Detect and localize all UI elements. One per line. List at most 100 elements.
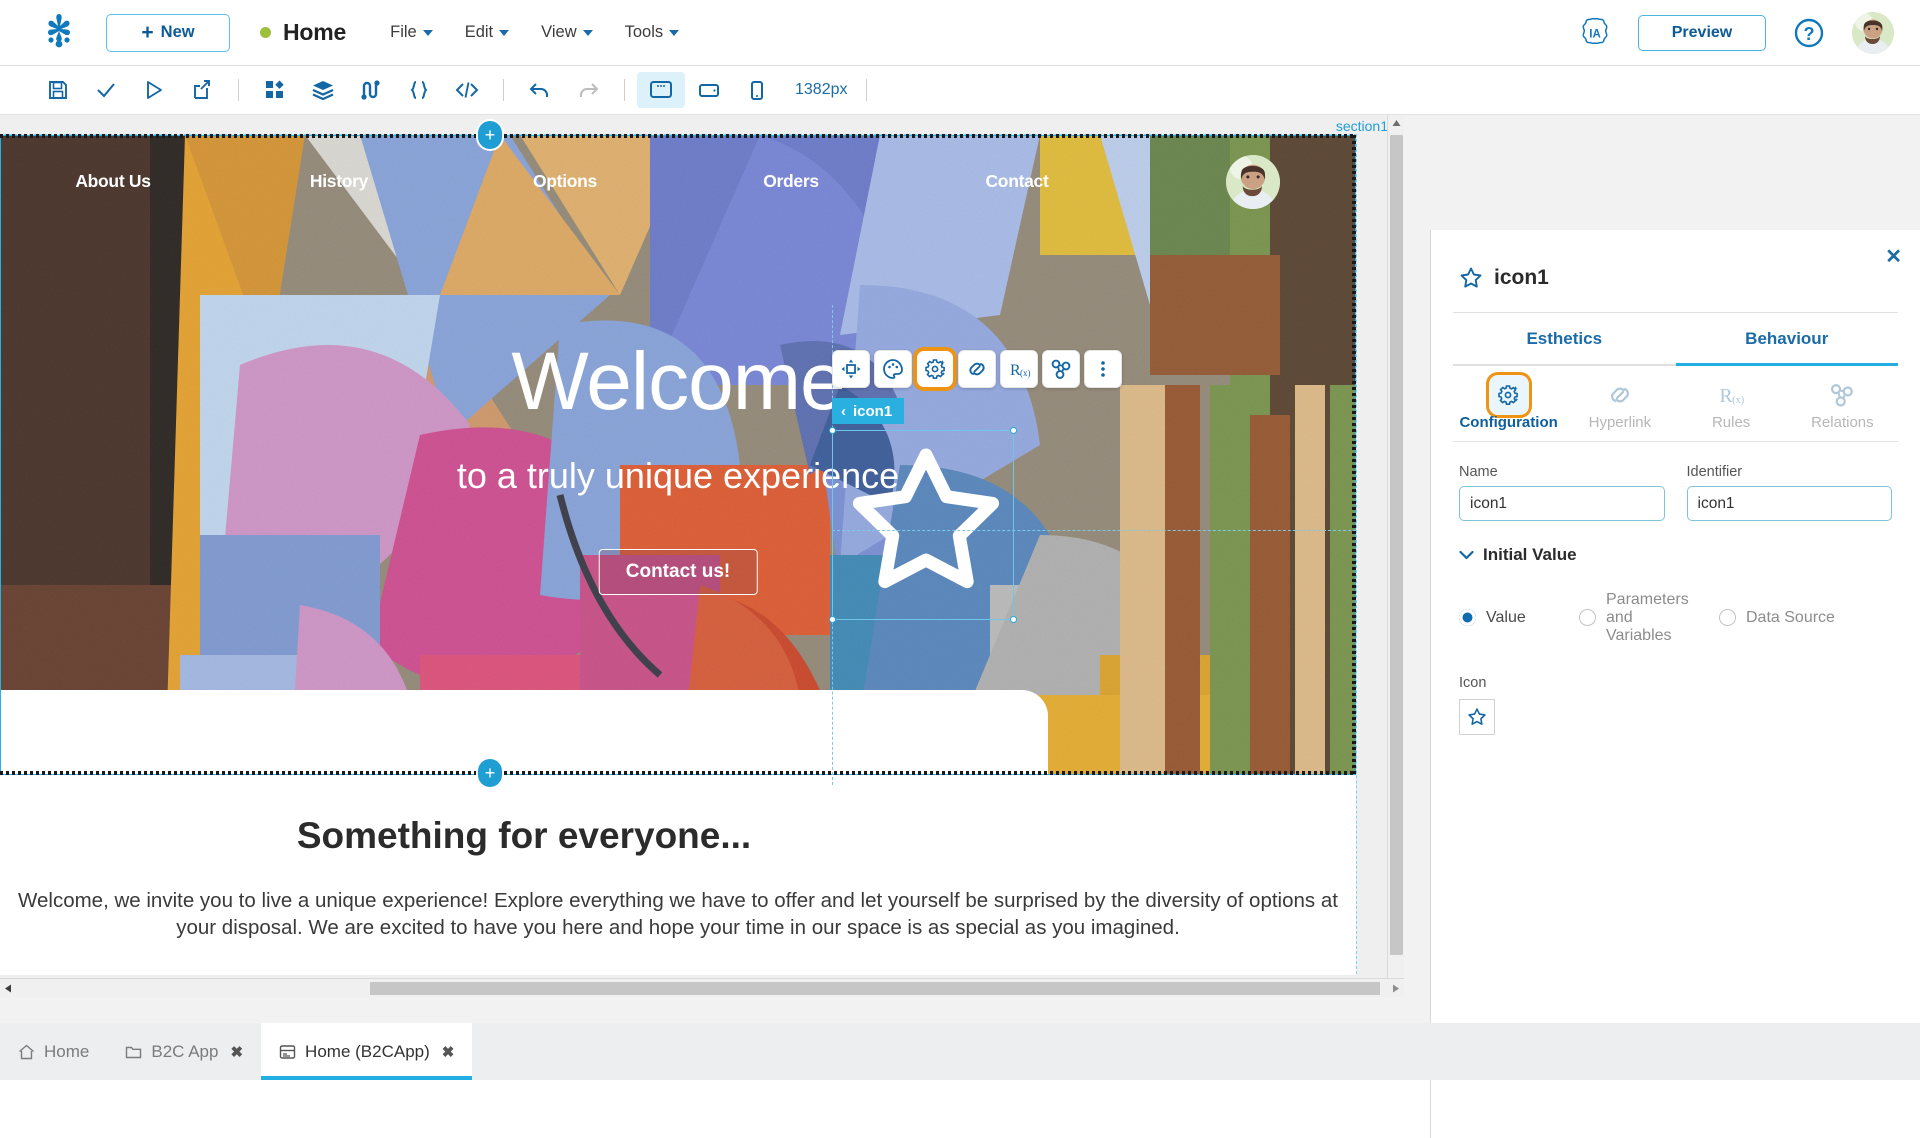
hero-subheading[interactable]: to a truly unique experience bbox=[0, 455, 1356, 497]
variables-icon[interactable] bbox=[347, 72, 395, 108]
menu-tools-label: Tools bbox=[624, 23, 664, 41]
resize-handle-se[interactable] bbox=[1010, 616, 1017, 623]
ia-badge-icon[interactable]: IA bbox=[1578, 16, 1612, 50]
section-label[interactable]: section1 bbox=[1336, 118, 1388, 134]
scroll-up-button[interactable] bbox=[1388, 115, 1404, 132]
more-options-icon[interactable] bbox=[1084, 350, 1122, 388]
toolbar-divider bbox=[238, 79, 239, 101]
help-icon[interactable]: ? bbox=[1792, 16, 1826, 50]
preview-button-label: Preview bbox=[1671, 23, 1733, 41]
resize-handle-ne[interactable] bbox=[1010, 427, 1017, 434]
canvas-horizontal-scrollbar[interactable] bbox=[0, 978, 1404, 997]
identifier-input[interactable] bbox=[1686, 486, 1892, 521]
bottom-tab-home-b2capp[interactable]: Home (B2CApp) ✖ bbox=[261, 1023, 473, 1080]
nav-link-orders[interactable]: Orders bbox=[763, 171, 819, 192]
subtab-rules[interactable]: R (x) Rules bbox=[1676, 366, 1787, 441]
relations-icon[interactable] bbox=[1042, 350, 1080, 388]
toolbar-divider bbox=[865, 79, 867, 101]
close-icon[interactable]: ✖ bbox=[230, 1043, 243, 1061]
layers-icon[interactable] bbox=[299, 72, 347, 108]
resize-handle-sw[interactable] bbox=[829, 616, 836, 623]
hero-section[interactable]: About Us History Options Orders Contact bbox=[0, 135, 1356, 775]
braces-icon[interactable] bbox=[395, 72, 443, 108]
add-section-above-button[interactable]: + bbox=[478, 121, 502, 149]
check-icon[interactable] bbox=[82, 72, 130, 108]
radio-option-data-source-label: Data Source bbox=[1746, 608, 1835, 626]
frog-logo-icon[interactable] bbox=[24, 12, 94, 54]
nav-slot: History bbox=[226, 171, 452, 192]
subtab-relations[interactable]: Relations bbox=[1787, 366, 1898, 441]
viewport-width-label: 1382px bbox=[795, 81, 848, 98]
menu-edit[interactable]: Edit bbox=[465, 23, 510, 42]
nav-link-about-us[interactable]: About Us bbox=[75, 171, 151, 192]
preview-button[interactable]: Preview bbox=[1638, 14, 1766, 51]
subtab-rules-label: Rules bbox=[1711, 414, 1751, 431]
element-selection-box[interactable] bbox=[829, 427, 1017, 623]
page-canvas[interactable]: About Us History Options Orders Contact bbox=[0, 134, 1357, 975]
tablet-view-icon[interactable] bbox=[685, 72, 733, 108]
desktop-view-icon[interactable] bbox=[637, 72, 685, 108]
settings-sparkle-icon[interactable] bbox=[913, 347, 957, 391]
subtab-configuration-label: Configuration bbox=[1459, 414, 1558, 431]
rules-icon[interactable]: R (x) bbox=[1000, 350, 1038, 388]
canvas-viewport[interactable]: section1 About Us History Options Orders… bbox=[0, 115, 1404, 997]
canvas-vertical-scrollbar[interactable] bbox=[1387, 115, 1404, 997]
add-section-below-button[interactable]: + bbox=[478, 759, 502, 787]
bottom-tab-home[interactable]: Home bbox=[0, 1023, 107, 1080]
code-icon[interactable] bbox=[443, 72, 491, 108]
initial-value-options: Value Parameters and Variables Data Sour… bbox=[1431, 565, 1920, 645]
horizontal-scroll-thumb[interactable] bbox=[370, 982, 1380, 995]
nav-slot: About Us bbox=[0, 171, 226, 192]
menu-view[interactable]: View bbox=[541, 23, 593, 42]
element-tag-label: icon1 bbox=[853, 402, 893, 420]
initial-value-section-header[interactable]: Initial Value bbox=[1431, 521, 1920, 565]
home-icon bbox=[18, 1044, 35, 1060]
subtab-relations-label: Relations bbox=[1811, 414, 1874, 431]
section-two[interactable]: Something for everyone... Welcome, we in… bbox=[0, 775, 1356, 975]
link-icon[interactable] bbox=[958, 350, 996, 388]
move-icon[interactable] bbox=[832, 350, 870, 388]
close-icon[interactable]: ✖ bbox=[442, 1043, 455, 1061]
icon-picker-button[interactable] bbox=[1459, 698, 1495, 735]
save-icon[interactable] bbox=[34, 72, 82, 108]
close-icon[interactable]: ✕ bbox=[1885, 244, 1902, 269]
scroll-left-button[interactable] bbox=[0, 980, 17, 997]
avatar[interactable] bbox=[1852, 11, 1894, 54]
subtab-hyperlink[interactable]: Hyperlink bbox=[1564, 366, 1675, 441]
scroll-right-button[interactable] bbox=[1387, 980, 1404, 997]
radio-indicator bbox=[1459, 609, 1476, 627]
tab-esthetics[interactable]: Esthetics bbox=[1453, 313, 1676, 366]
menu-tools[interactable]: Tools bbox=[625, 23, 680, 42]
subtab-configuration[interactable]: Configuration bbox=[1453, 366, 1564, 441]
selection-dots-top bbox=[0, 134, 1356, 138]
radio-option-parameters-and-variables[interactable]: Parameters and Variables bbox=[1579, 591, 1719, 645]
menu-view-label: View bbox=[541, 23, 577, 41]
section-two-paragraph[interactable]: Welcome, we invite you to live a unique … bbox=[0, 887, 1356, 942]
contact-us-button[interactable]: Contact us! bbox=[598, 549, 758, 595]
menu-file[interactable]: File bbox=[390, 23, 433, 42]
nav-link-history[interactable]: History bbox=[310, 171, 369, 192]
resize-handle-nw[interactable] bbox=[829, 427, 836, 434]
run-icon[interactable] bbox=[130, 72, 178, 108]
tab-behaviour[interactable]: Behaviour bbox=[1675, 313, 1898, 366]
deploy-icon[interactable] bbox=[178, 72, 226, 108]
element-breadcrumb-tag[interactable]: ‹ icon1 bbox=[832, 398, 905, 424]
radio-option-data-source[interactable]: Data Source bbox=[1719, 609, 1835, 627]
name-input[interactable] bbox=[1459, 486, 1665, 521]
nav-slot: Options bbox=[452, 171, 678, 192]
radio-option-value[interactable]: Value bbox=[1459, 609, 1579, 627]
app-header: + New Home File Edit View Tools IA Previ… bbox=[0, 0, 1920, 66]
hero-heading[interactable]: Welcome bbox=[0, 335, 1356, 429]
mobile-view-icon[interactable] bbox=[733, 72, 781, 108]
redo-icon[interactable] bbox=[564, 72, 612, 108]
section-two-heading[interactable]: Something for everyone... bbox=[0, 815, 1048, 857]
page-icon bbox=[279, 1044, 296, 1060]
nav-link-contact[interactable]: Contact bbox=[985, 171, 1048, 192]
components-icon[interactable] bbox=[251, 72, 299, 108]
bottom-tab-b2c-app[interactable]: B2C App ✖ bbox=[107, 1023, 261, 1080]
nav-link-options[interactable]: Options bbox=[533, 171, 597, 192]
vertical-scroll-thumb[interactable] bbox=[1390, 135, 1403, 955]
new-button[interactable]: + New bbox=[106, 13, 230, 52]
undo-icon[interactable] bbox=[516, 72, 564, 108]
palette-icon[interactable] bbox=[874, 350, 912, 388]
